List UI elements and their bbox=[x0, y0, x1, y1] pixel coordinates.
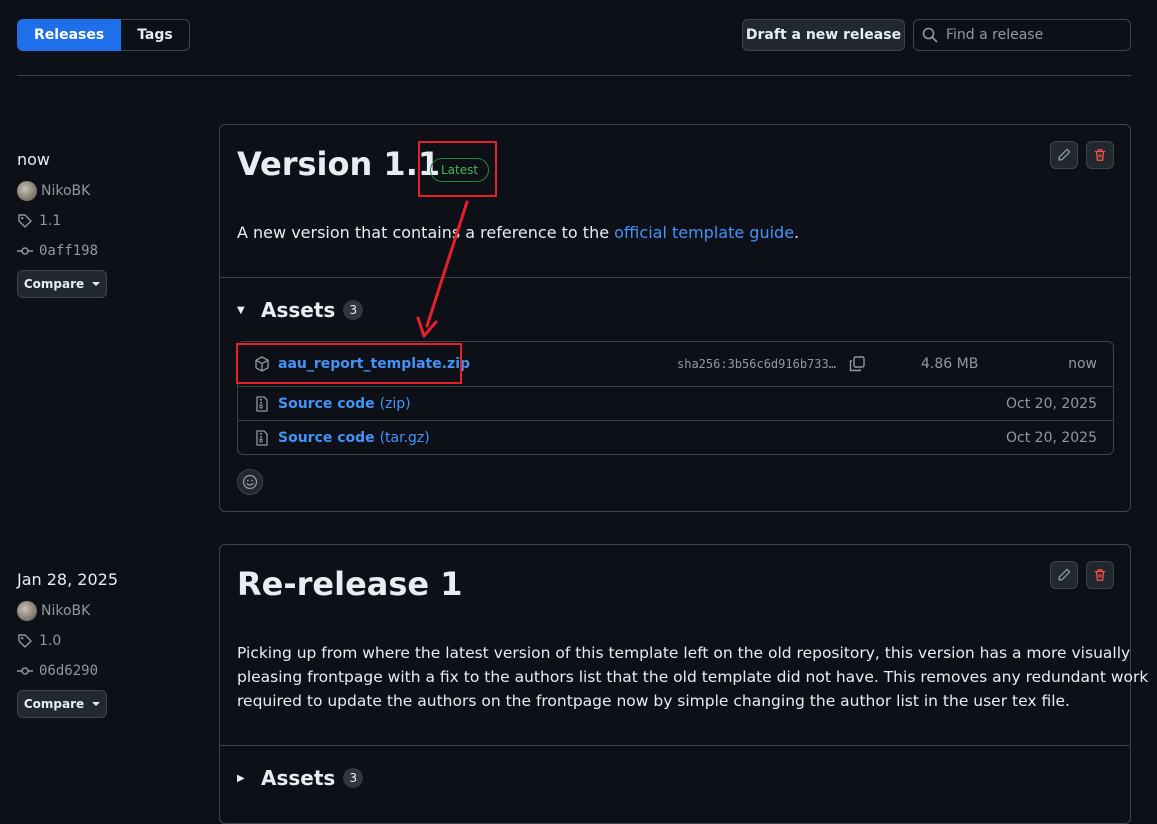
release-date: Jan 28, 2025 bbox=[17, 570, 118, 589]
release-search[interactable] bbox=[913, 19, 1131, 51]
author-row[interactable]: NikoBK bbox=[17, 596, 197, 626]
asset-name-text: Source code bbox=[278, 429, 375, 446]
release-tabs: Releases Tags bbox=[17, 19, 190, 51]
assets-count: 3 bbox=[343, 300, 364, 320]
compare-label: Compare bbox=[23, 277, 85, 291]
avatar[interactable] bbox=[17, 181, 37, 201]
triangle-down-icon: ▼ bbox=[237, 304, 245, 316]
release-meta-1: now NikoBK 1.1 0aff198 Compare bbox=[17, 148, 197, 298]
annotation-box-latest bbox=[418, 141, 497, 197]
asset-link[interactable]: Source code (zip) bbox=[278, 396, 411, 412]
add-reaction-button[interactable] bbox=[237, 469, 263, 495]
compare-label: Compare bbox=[23, 697, 85, 711]
file-zip-icon bbox=[256, 395, 268, 412]
delete-button[interactable] bbox=[1086, 561, 1114, 589]
header-divider bbox=[17, 75, 1131, 76]
release-title[interactable]: Version 1.1 bbox=[237, 145, 440, 183]
assets-count: 3 bbox=[343, 768, 364, 788]
asset-row: Source code (tar.gz) Oct 20, 2025 bbox=[238, 420, 1113, 454]
trash-icon bbox=[1094, 569, 1106, 581]
release-meta-2: Jan 28, 2025 NikoBK 1.0 06d6290 Compare bbox=[17, 568, 197, 718]
smiley-icon bbox=[242, 474, 258, 490]
release-description: A new version that contains a reference … bbox=[237, 221, 799, 245]
section-divider bbox=[220, 277, 1130, 278]
release-description: Picking up from where the latest version… bbox=[237, 641, 1149, 713]
desc-line: required to update the authors on the fr… bbox=[237, 692, 1070, 710]
assets-label: Assets bbox=[261, 766, 336, 790]
commit-row[interactable]: 0aff198 bbox=[17, 236, 197, 266]
commit-sha[interactable]: 06d6290 bbox=[39, 663, 98, 679]
search-input[interactable] bbox=[946, 27, 1116, 43]
desc-text: A new version that contains a reference … bbox=[237, 223, 615, 242]
tag-row[interactable]: 1.0 bbox=[17, 626, 197, 656]
release-title[interactable]: Re-release 1 bbox=[237, 565, 463, 603]
assets-label: Assets bbox=[261, 298, 336, 322]
asset-row: Source code (zip) Oct 20, 2025 bbox=[238, 386, 1113, 420]
asset-date: now bbox=[1068, 356, 1097, 372]
commit-row[interactable]: 06d6290 bbox=[17, 656, 197, 686]
compare-button[interactable]: Compare bbox=[17, 270, 107, 298]
template-guide-link[interactable]: official template guide bbox=[614, 223, 794, 242]
tag-icon bbox=[18, 214, 32, 228]
asset-date: Oct 20, 2025 bbox=[1006, 395, 1097, 412]
pencil-icon bbox=[1058, 148, 1071, 161]
delete-button[interactable] bbox=[1086, 141, 1114, 169]
asset-size: 4.86 MB bbox=[921, 356, 979, 372]
tag-name[interactable]: 1.0 bbox=[39, 633, 61, 649]
annotation-box-asset bbox=[236, 343, 462, 384]
draft-release-button[interactable]: Draft a new release bbox=[742, 19, 905, 51]
asset-date: Oct 20, 2025 bbox=[1006, 429, 1097, 446]
chevron-down-icon bbox=[92, 702, 101, 706]
tab-tags[interactable]: Tags bbox=[121, 19, 190, 51]
tag-row[interactable]: 1.1 bbox=[17, 206, 197, 236]
section-divider bbox=[220, 745, 1130, 746]
tab-releases[interactable]: Releases bbox=[17, 19, 122, 51]
triangle-right-icon: ▶ bbox=[237, 772, 245, 784]
desc-line: Picking up from where the latest version… bbox=[237, 644, 1131, 662]
release-date: now bbox=[17, 150, 51, 169]
author-name[interactable]: NikoBK bbox=[41, 603, 90, 619]
asset-format: (tar.gz) bbox=[379, 429, 430, 446]
assets-toggle[interactable]: ▶ Assets 3 bbox=[237, 766, 364, 790]
author-name[interactable]: NikoBK bbox=[41, 183, 90, 199]
assets-toggle[interactable]: ▼ Assets 3 bbox=[237, 298, 364, 322]
release-card-1: Version 1.1 Latest A new version that co… bbox=[219, 124, 1131, 512]
avatar[interactable] bbox=[17, 601, 37, 621]
trash-icon bbox=[1094, 149, 1106, 161]
edit-button[interactable] bbox=[1050, 141, 1078, 169]
asset-sha: sha256:3b56c6d916b733… bbox=[677, 357, 836, 371]
desc-line: pleasing frontpage with a fix to the aut… bbox=[237, 668, 1149, 686]
chevron-down-icon bbox=[92, 282, 101, 286]
commit-icon bbox=[17, 667, 33, 675]
author-row[interactable]: NikoBK bbox=[17, 176, 197, 206]
asset-link[interactable]: Source code (tar.gz) bbox=[278, 430, 430, 446]
compare-button[interactable]: Compare bbox=[17, 690, 107, 718]
asset-name-text: Source code bbox=[278, 395, 375, 412]
release-card-2: Re-release 1 Picking up from where the l… bbox=[219, 544, 1149, 824]
edit-button[interactable] bbox=[1050, 561, 1078, 589]
commit-icon bbox=[17, 247, 33, 255]
copy-icon[interactable] bbox=[849, 356, 865, 372]
pencil-icon bbox=[1058, 568, 1071, 581]
tag-icon bbox=[18, 634, 32, 648]
commit-sha[interactable]: 0aff198 bbox=[39, 243, 98, 259]
tag-name[interactable]: 1.1 bbox=[39, 213, 61, 229]
search-icon bbox=[922, 27, 938, 43]
desc-suffix: . bbox=[794, 223, 800, 242]
file-zip-icon bbox=[256, 429, 268, 446]
asset-format: (zip) bbox=[379, 395, 411, 412]
